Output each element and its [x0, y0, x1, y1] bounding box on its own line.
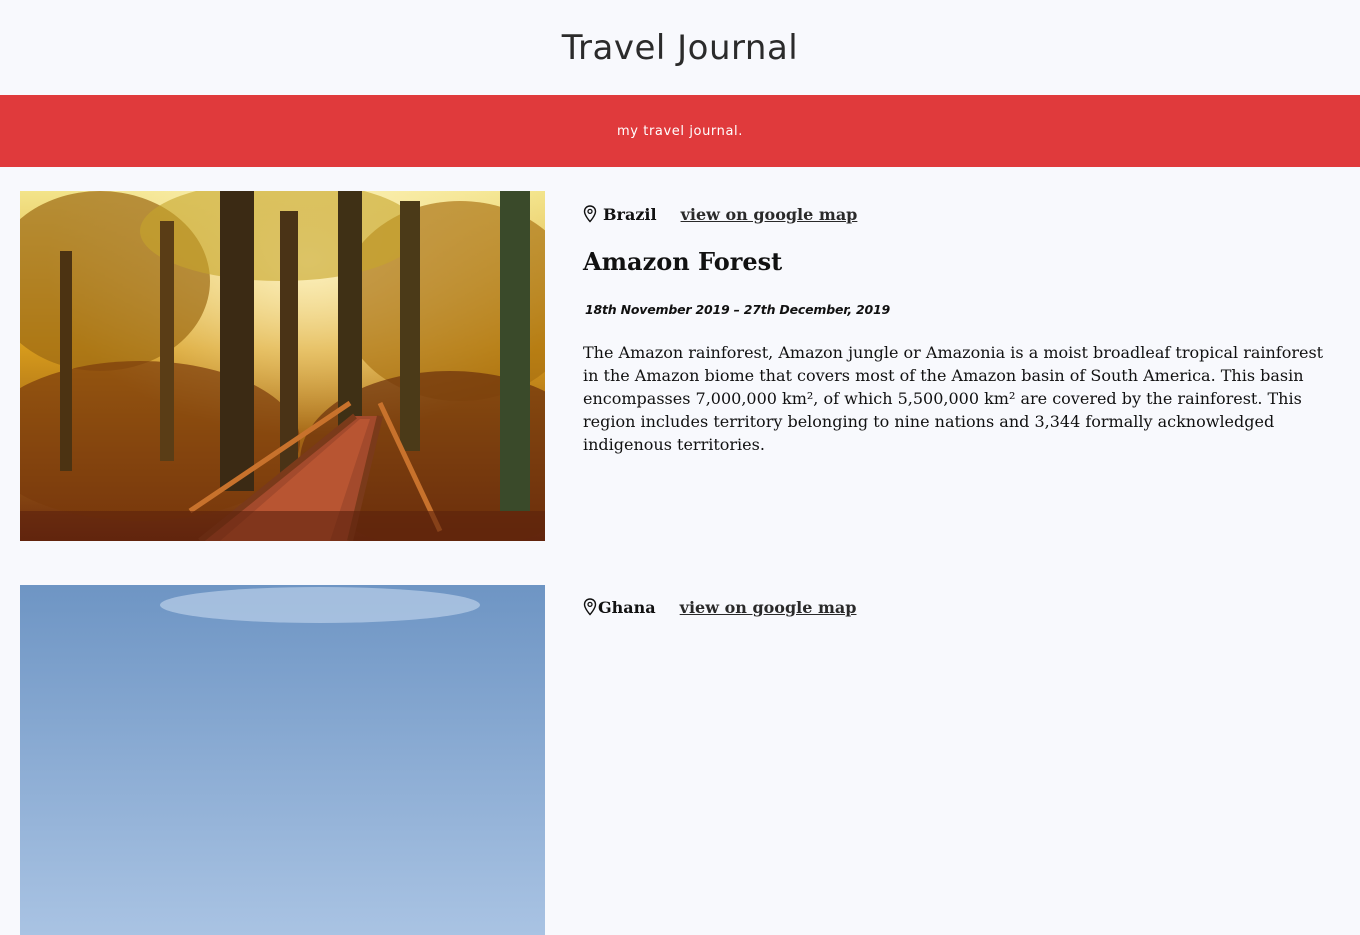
map-pin-icon	[583, 205, 597, 223]
country-label: Ghana	[598, 597, 656, 617]
entry-dates: 18th November 2019 – 27th December, 2019	[585, 302, 891, 317]
map-pin-icon	[583, 598, 597, 616]
entry-description: The Amazon rainforest, Amazon jungle or …	[583, 343, 1324, 454]
location-row: Brazil view on google map	[583, 191, 1335, 237]
view-on-map-link[interactable]: view on google map	[680, 598, 857, 617]
banner-text: my travel journal.	[616, 123, 743, 139]
banner: my travel journal.	[0, 95, 1360, 167]
entry-photo-forest	[20, 191, 545, 541]
location-row: Ghana view on google map	[583, 585, 1335, 629]
forest-image	[20, 191, 545, 541]
page-title: Travel Journal	[561, 27, 799, 68]
entry-content: Brazil view on google map Amazon Forest …	[583, 191, 1335, 456]
view-on-map-link[interactable]: view on google map	[681, 205, 858, 224]
site-header: Travel Journal	[0, 0, 1360, 95]
ghana-image	[20, 585, 545, 935]
entry-title: Amazon Forest	[583, 247, 783, 276]
entry-photo-ghana	[20, 585, 545, 935]
country-label: Brazil	[603, 204, 657, 224]
entry-content: Ghana view on google map	[583, 585, 1335, 629]
